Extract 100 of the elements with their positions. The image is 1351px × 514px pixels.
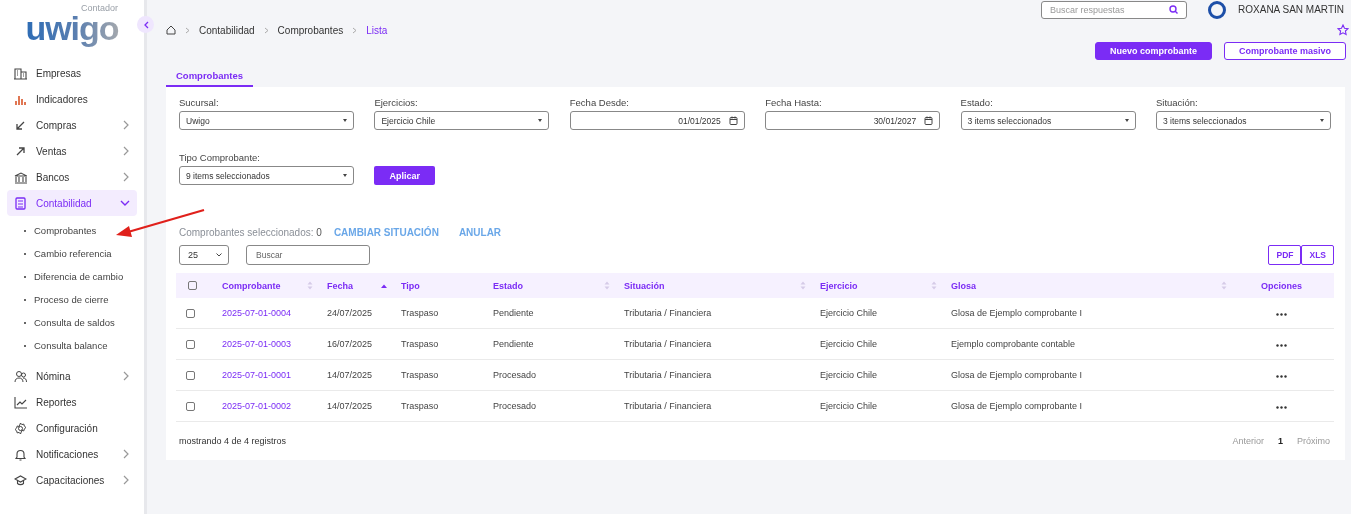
selected-count: Comprobantes seleccionados: 0 [179, 226, 322, 238]
calendar-icon [728, 116, 738, 125]
page-size-select[interactable]: 25 [179, 245, 229, 265]
more-options-icon[interactable] [1276, 406, 1287, 409]
select-field[interactable]: 9 items seleccionados [179, 166, 354, 185]
table-cell: Glosa de Ejemplo comprobante I [951, 370, 1083, 380]
sidebar-item[interactable]: Indicadores [7, 86, 137, 112]
more-options-icon[interactable] [1276, 375, 1287, 378]
building-icon [14, 66, 27, 80]
bank-icon [14, 170, 27, 184]
document-icon [14, 196, 27, 210]
submenu-item[interactable]: Consulta balance [0, 334, 144, 357]
field-label: Ejercicios: [374, 97, 419, 108]
gear-icon [14, 421, 27, 435]
checkbox[interactable] [188, 281, 197, 290]
table-cell: Tributaria / Financiera [624, 308, 712, 318]
field-label: Tipo Comprobante: [179, 152, 261, 163]
sidebar-item[interactable]: Contabilidad [7, 190, 137, 216]
field-label: Situación: [1155, 97, 1199, 108]
column-header[interactable]: Situación [624, 280, 665, 291]
chevron-right-icon [122, 371, 130, 381]
voucher-link[interactable]: 2025-07-01-0001 [222, 370, 292, 380]
apply-button[interactable]: Aplicar [374, 166, 435, 185]
sidebar-item[interactable]: Configuración [7, 415, 137, 441]
user-name: ROXANA SAN MARTIN [1238, 4, 1344, 15]
submenu-item[interactable]: Proceso de cierre [0, 288, 144, 311]
sidebar-item[interactable]: Bancos [7, 164, 137, 190]
chevron-down-icon [216, 253, 222, 257]
graduation-cap-icon [14, 473, 27, 487]
date-field[interactable]: 01/01/2025 [569, 111, 745, 130]
column-header[interactable]: Fecha [327, 280, 353, 291]
bulk-button[interactable]: Comprobante masivo [1223, 42, 1346, 60]
chevron-right-icon [122, 120, 130, 130]
search-field[interactable]: Buscar [246, 245, 370, 265]
chevron-right-icon [185, 26, 190, 34]
more-options-icon[interactable] [1276, 313, 1287, 316]
chevron-down-icon [120, 199, 130, 207]
field-label: Fecha Desde: [569, 97, 630, 108]
select-field[interactable]: Ejercicio Chile [374, 111, 550, 130]
table-cell: Ejemplo comprobante contable [951, 339, 1076, 349]
collapse-button[interactable] [137, 16, 154, 33]
field-label: Fecha Hasta: [765, 97, 823, 108]
table-cell: Glosa de Ejemplo comprobante I [951, 401, 1083, 411]
export-button[interactable]: PDF [1268, 245, 1302, 265]
voucher-link[interactable]: 2025-07-01-0002 [222, 401, 292, 411]
submenu-item[interactable]: Diferencia de cambio [0, 265, 144, 288]
checkbox[interactable] [186, 401, 195, 411]
table-cell: Traspaso [401, 370, 439, 380]
table-cell: 14/07/2025 [327, 370, 373, 380]
sidebar-item[interactable]: Capacitaciones [7, 467, 137, 493]
field-label: Sucursal: [179, 97, 220, 108]
table-cell: Procesado [493, 401, 537, 411]
export-button[interactable]: XLS [1301, 245, 1334, 265]
column-header[interactable]: Opciones [1261, 280, 1302, 291]
table-cell: Traspaso [401, 339, 439, 349]
breadcrumb-item: Lista [366, 24, 388, 36]
column-header[interactable]: Glosa [951, 280, 976, 291]
checkbox[interactable] [186, 370, 195, 380]
sidebar-item[interactable]: Notificaciones [7, 441, 137, 467]
table-cell: Glosa de Ejemplo comprobante I [951, 308, 1083, 318]
table-cell: Ejercicio Chile [820, 308, 878, 318]
sidebar-item[interactable]: Empresas [7, 60, 137, 86]
breadcrumb-item[interactable]: Comprobantes [277, 24, 344, 36]
page-link[interactable]: 1 [1277, 436, 1283, 446]
people-icon [14, 369, 27, 383]
submenu-item[interactable]: Cambio referencia [0, 242, 144, 265]
table-cell: Tributaria / Financiera [624, 370, 712, 380]
voucher-link[interactable]: 2025-07-01-0004 [222, 308, 292, 318]
table-cell: Procesado [493, 370, 537, 380]
checkbox[interactable] [186, 308, 195, 318]
select-field[interactable]: 3 items seleccionados [1155, 111, 1331, 130]
table-cell: Traspaso [401, 401, 439, 411]
star-icon [1337, 24, 1349, 36]
column-header[interactable]: Estado [493, 280, 523, 291]
breadcrumb-item[interactable]: Contabilidad [199, 24, 255, 36]
select-field[interactable]: 3 items seleccionados [960, 111, 1136, 130]
sidebar-item[interactable]: Nómina [7, 363, 137, 389]
more-options-icon[interactable] [1276, 344, 1287, 347]
sidebar-item[interactable]: Compras [7, 112, 137, 138]
chevron-right-icon [122, 172, 130, 182]
table-cell: 16/07/2025 [327, 339, 373, 349]
new-button[interactable]: Nuevo comprobante [1094, 42, 1212, 60]
select-field[interactable]: Uwigo [179, 111, 354, 130]
column-header[interactable]: Tipo [401, 280, 420, 291]
date-field[interactable]: 30/01/2027 [765, 111, 941, 130]
user-avatar[interactable] [1208, 0, 1227, 19]
checkbox[interactable] [186, 339, 195, 349]
sidebar-item[interactable]: Reportes [7, 389, 137, 415]
table-cell: Tributaria / Financiera [624, 401, 712, 411]
chevron-left-icon [142, 20, 149, 29]
table-cell: Pendiente [493, 308, 534, 318]
column-header[interactable]: Ejercicio [820, 280, 858, 291]
bell-icon [14, 447, 27, 461]
submenu-item[interactable]: Comprobantes [0, 219, 144, 242]
voucher-link[interactable]: 2025-07-01-0003 [222, 339, 292, 349]
field-label: Estado: [960, 97, 994, 108]
chevron-right-icon [122, 449, 130, 459]
submenu-item[interactable]: Consulta de saldos [0, 311, 144, 334]
chevron-right-icon [122, 146, 130, 156]
sidebar-item[interactable]: Ventas [7, 138, 137, 164]
